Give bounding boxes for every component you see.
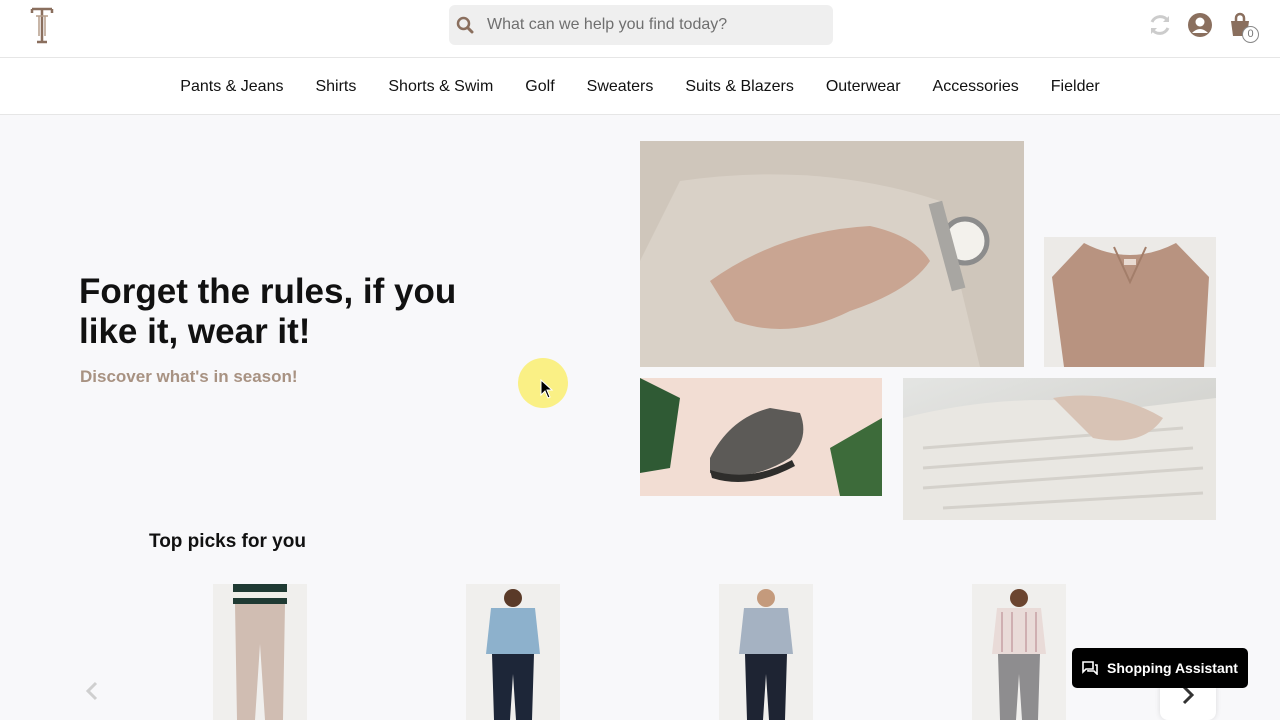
search-bar	[449, 5, 833, 45]
shopping-assistant-label: Shopping Assistant	[1107, 660, 1238, 676]
nav-item-shorts-swim[interactable]: Shorts & Swim	[388, 77, 493, 96]
chevron-left-icon	[85, 681, 98, 701]
product-card[interactable]	[466, 584, 560, 720]
shopping-assistant-button[interactable]: Shopping Assistant	[1072, 648, 1248, 688]
account-icon[interactable]	[1187, 12, 1213, 38]
nav-item-golf[interactable]: Golf	[525, 77, 554, 96]
nav-item-pants-jeans[interactable]: Pants & Jeans	[180, 77, 283, 96]
hero-image-sneaker[interactable]	[640, 378, 882, 496]
carousel-prev-button[interactable]	[84, 680, 100, 709]
nav-item-outerwear[interactable]: Outerwear	[826, 77, 901, 96]
hero-title: Forget the rules, if you like it, wear i…	[79, 272, 457, 351]
hero-image-blouse[interactable]	[1044, 237, 1216, 367]
hero-image-watch[interactable]	[640, 141, 1024, 367]
search-input[interactable]	[487, 5, 817, 45]
nav-item-fielder[interactable]: Fielder	[1051, 77, 1100, 96]
nav-item-suits-blazers[interactable]: Suits & Blazers	[685, 77, 793, 96]
nav-item-sweaters[interactable]: Sweaters	[587, 77, 654, 96]
cart-count-badge: 0	[1242, 26, 1259, 43]
product-card[interactable]	[719, 584, 813, 720]
site-header: 0	[0, 0, 1280, 58]
product-card[interactable]	[213, 584, 307, 720]
category-nav: Pants & Jeans Shirts Shorts & Swim Golf …	[0, 58, 1280, 115]
refresh-icon[interactable]	[1147, 12, 1173, 38]
product-card[interactable]	[972, 584, 1066, 720]
top-picks-title: Top picks for you	[149, 531, 306, 552]
hero-image-sweater[interactable]	[903, 378, 1216, 520]
pointer-cursor-icon	[540, 379, 554, 399]
search-icon[interactable]	[456, 16, 474, 34]
nav-item-shirts[interactable]: Shirts	[315, 77, 356, 96]
chat-icon	[1082, 661, 1098, 675]
hero-subtitle-link[interactable]: Discover what's in season!	[80, 367, 298, 387]
logo-icon[interactable]	[28, 6, 56, 44]
nav-item-accessories[interactable]: Accessories	[933, 77, 1019, 96]
